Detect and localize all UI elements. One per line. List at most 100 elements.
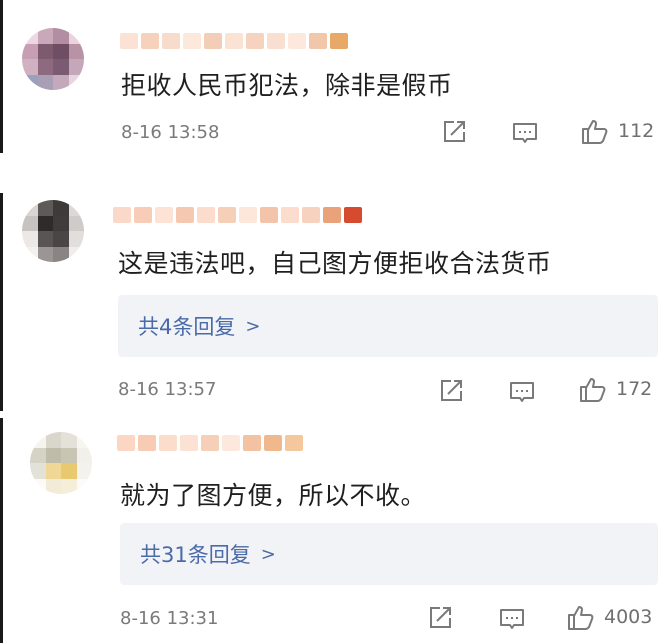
- username-pixel: [225, 33, 243, 49]
- username-pixel: [246, 33, 264, 49]
- comment-text: 拒收人民币犯法，除非是假币: [121, 71, 453, 100]
- avatar-pixel: [53, 215, 69, 231]
- username-pixel: [197, 207, 215, 223]
- username-pixel: [162, 33, 180, 49]
- avatar-pixel: [30, 463, 46, 479]
- username-pixel: [260, 207, 278, 223]
- username-pixel: [204, 33, 222, 49]
- thumbs-up-icon: [580, 378, 606, 402]
- avatar-pixel: [53, 231, 69, 247]
- username-pixel: [218, 207, 236, 223]
- share-button[interactable]: [426, 604, 454, 632]
- avatar-pixel: [37, 74, 53, 90]
- username-pixel: [344, 207, 362, 223]
- avatar-pixel: [37, 28, 53, 44]
- username-pixel: [222, 435, 240, 451]
- avatar-pixel: [22, 74, 38, 90]
- comment-button[interactable]: [498, 605, 526, 633]
- like-button[interactable]: 112: [580, 116, 654, 146]
- avatar-pixel: [22, 59, 38, 75]
- avatar-pixel: [22, 28, 38, 44]
- avatar-pixel: [45, 432, 61, 448]
- avatar-pixel: [45, 463, 61, 479]
- username-pixel: [176, 207, 194, 223]
- username-pixel: [330, 33, 348, 49]
- like-button[interactable]: 172: [578, 374, 652, 404]
- comment-button[interactable]: [508, 378, 536, 406]
- username-pixel: [267, 33, 285, 49]
- share-button[interactable]: [437, 377, 465, 405]
- comment-item: 就为了图方便，所以不收。 共31条回复 > 8-16 13:31 4003: [0, 418, 666, 643]
- view-replies-button[interactable]: 共31条回复 >: [120, 523, 658, 585]
- avatar-pixel: [68, 200, 84, 216]
- avatar-pixel: [22, 231, 38, 247]
- username-pixelated[interactable]: [117, 432, 303, 454]
- username-pixel: [180, 435, 198, 451]
- comment-button[interactable]: [511, 119, 539, 147]
- avatar-pixel: [53, 43, 69, 59]
- chevron-right-icon: >: [245, 315, 261, 337]
- comment-time: 8-16 13:58: [121, 122, 220, 143]
- avatar-pixel: [30, 478, 46, 494]
- replies-label: 共4条回复: [138, 315, 236, 339]
- username-pixel: [138, 435, 156, 451]
- avatar-pixel: [45, 478, 61, 494]
- avatar-pixel: [68, 215, 84, 231]
- avatar[interactable]: [30, 432, 92, 494]
- avatar-pixel: [22, 200, 38, 216]
- avatar-pixel: [76, 447, 92, 463]
- thumbs-up-icon: [582, 120, 608, 144]
- avatar-pixel: [37, 59, 53, 75]
- like-button[interactable]: 4003: [566, 602, 652, 632]
- username-pixel: [159, 435, 177, 451]
- avatar-pixel: [53, 246, 69, 262]
- avatar-pixel: [76, 478, 92, 494]
- username-pixel: [120, 33, 138, 49]
- avatar-pixel: [68, 74, 84, 90]
- avatar-pixel: [37, 231, 53, 247]
- avatar-pixel: [30, 447, 46, 463]
- avatar-pixel: [30, 432, 46, 448]
- avatar-pixel: [53, 74, 69, 90]
- username-pixel: [309, 33, 327, 49]
- username-pixel: [113, 207, 131, 223]
- share-icon: [430, 607, 451, 628]
- username-pixel: [302, 207, 320, 223]
- avatar-pixel: [37, 200, 53, 216]
- avatar-pixel: [22, 246, 38, 262]
- comment-time: 8-16 13:31: [120, 608, 219, 629]
- username-pixelated[interactable]: [113, 204, 362, 226]
- username-pixel: [155, 207, 173, 223]
- username-pixel: [141, 33, 159, 49]
- avatar-pixel: [53, 59, 69, 75]
- comment-item: 这是违法吧，自己图方便拒收合法货币 共4条回复 > 8-16 13:57 172: [0, 190, 666, 415]
- avatar-pixel: [37, 43, 53, 59]
- avatar-pixel: [61, 478, 77, 494]
- comment-icon: [513, 123, 537, 143]
- username-pixel: [281, 207, 299, 223]
- like-count: 172: [616, 378, 653, 400]
- username-pixel: [201, 435, 219, 451]
- avatar-pixel: [68, 59, 84, 75]
- like-count: 4003: [604, 606, 653, 628]
- comment-text: 就为了图方便，所以不收。: [120, 481, 427, 510]
- avatar-pixel: [76, 463, 92, 479]
- avatar-pixel: [76, 432, 92, 448]
- username-pixel: [264, 435, 282, 451]
- comment-time: 8-16 13:57: [118, 379, 217, 400]
- avatar[interactable]: [22, 200, 84, 262]
- comment-item: 拒收人民币犯法，除非是假币 8-16 13:58 112: [0, 0, 666, 160]
- view-replies-button[interactable]: 共4条回复 >: [118, 295, 658, 357]
- avatar-pixel: [68, 28, 84, 44]
- avatar-pixel: [61, 463, 77, 479]
- thumbs-up-icon: [568, 606, 594, 630]
- share-button[interactable]: [440, 118, 468, 146]
- username-pixel: [243, 435, 261, 451]
- avatar-pixel: [45, 447, 61, 463]
- share-icon: [441, 380, 462, 401]
- avatar[interactable]: [22, 28, 84, 90]
- avatar-pixel: [68, 246, 84, 262]
- username-pixel: [134, 207, 152, 223]
- username-pixelated[interactable]: [120, 30, 348, 52]
- avatar-pixel: [37, 215, 53, 231]
